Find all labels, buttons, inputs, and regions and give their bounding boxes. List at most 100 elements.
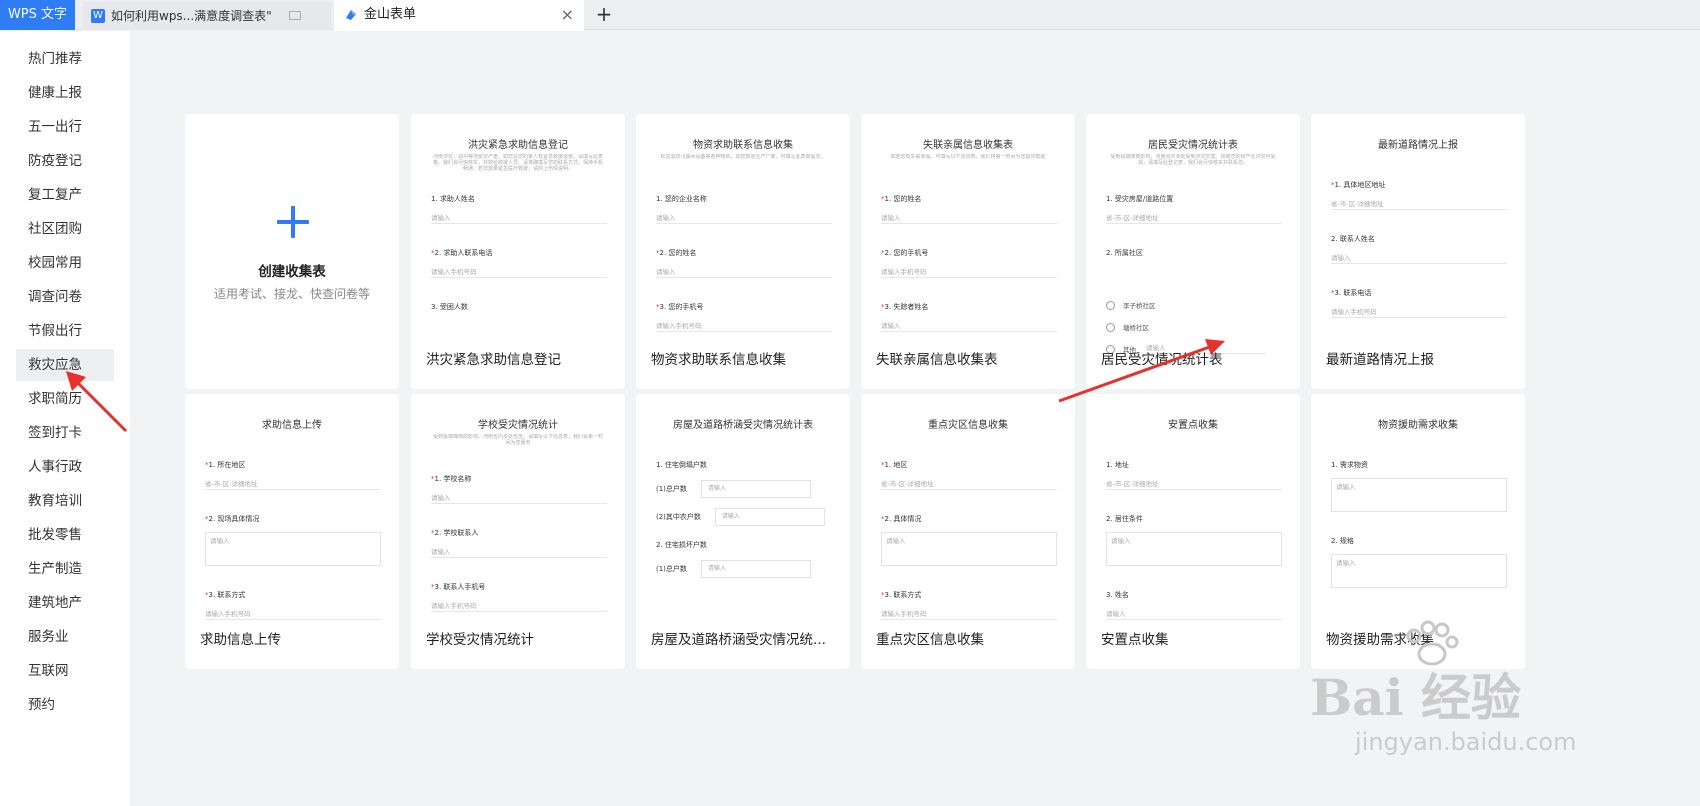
form-field-preview: *1. 学校名称 请输入 — [431, 474, 607, 504]
sidebar-item[interactable]: 批发零售 — [16, 519, 114, 551]
sidebar-item[interactable]: 复工复产 — [16, 179, 114, 211]
template-card[interactable]: 最新道路情况上报 *1. 具体地区地址 省-市-区-详细地址 2. 联系人姓名 请输入 *… — [1311, 114, 1525, 389]
sidebar-item[interactable]: 建筑地产 — [16, 587, 114, 619]
field-label-text: 3. 失踪者姓名 — [884, 303, 929, 311]
field-label-text: 2. 规格 — [1331, 537, 1354, 545]
field-input-preview: 请输入手机号码 — [431, 600, 607, 612]
form-field-preview: *2. 您的手机号 请输入手机号码 — [881, 248, 1057, 278]
subrow-label: (1)总户数 — [656, 485, 687, 493]
field-label-text: 2. 具体情况 — [884, 515, 922, 523]
sidebar-item[interactable]: 调查问卷 — [16, 281, 114, 313]
field-label-text: 1. 求助人姓名 — [431, 195, 475, 203]
field-label-text: 1. 所在地区 — [208, 461, 246, 469]
radio-option: 李子桥社区 — [1106, 300, 1282, 310]
template-card[interactable]: 洪灾紧急求助信息登记河南洪灾，郑州等地受灾严重。如您及您的家人有紧急救援需要，请… — [411, 114, 625, 389]
close-icon[interactable]: × — [561, 0, 574, 30]
field-input-preview: 请输入手机号码 — [205, 608, 381, 620]
field-input-preview: 请输入 — [881, 532, 1057, 566]
tab-bar: WPS 文字 W 如何利用wps...满意度调查表" 金山表单 × + — [0, 0, 1700, 31]
subrow-input: 请输入 — [700, 560, 811, 578]
form-field-preview: *2. 具体情况 请输入 — [881, 514, 1057, 566]
template-card[interactable]: 居民受灾情况统计表 受到极端降雨影响，河南省内多处受到洪灾灾害。如果您的财产在洪灾… — [1086, 114, 1300, 389]
template-card[interactable]: 学校受灾情况统计 受到极端降雨的影响，河南省内多处告急。请填写以下信息表，我们会第… — [411, 394, 625, 669]
field-input-preview: 请输入 — [1331, 252, 1507, 264]
preview-title: 物资求助联系信息收集 — [693, 140, 793, 151]
field-label: *2. 您的姓名 — [656, 248, 832, 258]
template-preview: 最新道路情况上报 *1. 具体地区地址 省-市-区-详细地址 2. 联系人姓名 请输入 *… — [1311, 114, 1525, 344]
create-form-card[interactable]: 创建收集表 适用考试、接龙、快查问卷等 — [185, 114, 399, 389]
create-form-subtitle: 适用考试、接龙、快查问卷等 — [213, 287, 370, 301]
sidebar-item[interactable]: 节假出行 — [16, 315, 114, 347]
template-card[interactable]: 求助信息上传 *1. 所在地区 省-市-区-详细地址 *2. 现场具体情况 请输入 *3.… — [185, 394, 399, 669]
preview-title: 洪灾紧急求助信息登记 — [468, 140, 568, 151]
template-preview: 重点灾区信息收集 *1. 地区 省-市-区-详细地址 *2. 具体情况 请输入 *3. 联… — [861, 394, 1075, 624]
template-card[interactable]: 失联亲属信息收集表 如若您有失联亲属，可填写以下信息表，我们将第一时间为您提供帮助… — [861, 114, 1075, 389]
field-input-preview: 请输入手机号码 — [431, 266, 607, 278]
sidebar-item[interactable]: 求职简历 — [16, 383, 114, 415]
field-label-text: 2. 现场具体情况 — [208, 515, 260, 523]
field-label: *2. 现场具体情况 — [205, 514, 381, 524]
sidebar-item[interactable]: 互联网 — [16, 655, 114, 687]
template-preview: 居民受灾情况统计表 受到极端降雨影响，河南省内多处受到洪灾灾害。如果您的财产在洪灾… — [1086, 114, 1300, 354]
template-card[interactable]: 房屋及道路桥涵受灾情况统计表 1. 住宅倒塌户数 (1)总户数 请输入 (2)其中农户数… — [636, 394, 850, 669]
add-tab-button[interactable]: + — [592, 0, 616, 30]
sidebar-item[interactable]: 校园常用 — [16, 247, 114, 279]
field-input-preview: 省-市-区-详细地址 — [205, 478, 381, 490]
template-name: 安置点收集 — [1101, 632, 1169, 648]
field-input-preview: 请输入 — [1106, 608, 1282, 620]
form-field-preview: *2. 求助人联系电话 请输入手机号码 — [431, 248, 607, 278]
watermark-logo: Bai 经验 — [1310, 668, 1522, 727]
field-label: *3. 失踪者姓名 — [881, 302, 1057, 312]
tab-jinshan-form[interactable]: 金山表单 × — [334, 0, 584, 31]
template-card[interactable]: 安置点收集 1. 地址 省-市-区-详细地址 2. 居住条件 请输入 3. 姓名 请输入 安置… — [1086, 394, 1300, 669]
field-label-text: 1. 您的姓名 — [884, 195, 922, 203]
field-label-text: 2. 居住条件 — [1106, 515, 1143, 523]
sidebar-item[interactable]: 防疫登记 — [16, 145, 114, 177]
sidebar-item[interactable]: 人事行政 — [16, 451, 114, 483]
template-card[interactable]: 物资求助联系信息收集 现急需防汛抽水设备等各种物资，如您知道生产厂家，可填写此表单… — [636, 114, 850, 389]
sidebar-item[interactable]: 健康上报 — [16, 77, 114, 109]
wps-doc-icon: W — [91, 9, 105, 23]
form-field-preview: *3. 失踪者姓名 请输入 — [881, 302, 1057, 332]
field-label: 1. 您的企业名称 — [656, 194, 832, 204]
tab-document[interactable]: W 如何利用wps...满意度调查表" — [83, 2, 331, 30]
monitor-icon — [289, 11, 301, 20]
field-label-text: 1. 具体地区地址 — [1334, 181, 1386, 189]
tab-wps-writer[interactable]: WPS 文字 — [0, 0, 75, 30]
template-preview: 求助信息上传 *1. 所在地区 省-市-区-详细地址 *2. 现场具体情况 请输入 *3.… — [185, 394, 399, 624]
field-label: 1. 需求物资 — [1331, 460, 1507, 470]
field-input-preview: 请输入 — [1331, 478, 1507, 512]
form-field-preview: 2. 规格请输入 — [1331, 536, 1507, 588]
template-name: 失联亲属信息收集表 — [876, 352, 998, 368]
sidebar-item[interactable]: 服务业 — [16, 621, 114, 653]
sidebar-item[interactable]: 生产制造 — [16, 553, 114, 585]
field-label-text: 3. 姓名 — [1106, 591, 1129, 599]
sidebar-item[interactable]: 社区团购 — [16, 213, 114, 245]
sidebar-item[interactable]: 热门推荐 — [16, 43, 114, 75]
sidebar-item[interactable]: 五一出行 — [16, 111, 114, 143]
field-label-text: 3. 联系方式 — [884, 591, 922, 599]
field-label: *2. 求助人联系电话 — [431, 248, 607, 258]
template-name: 学校受灾情况统计 — [426, 632, 534, 648]
field-label: 1. 求助人姓名 — [431, 194, 607, 204]
field-input-preview: 省-市-区-详细地址 — [1106, 478, 1282, 490]
template-preview: 房屋及道路桥涵受灾情况统计表 1. 住宅倒塌户数 (1)总户数 请输入 (2)其中农户数… — [636, 394, 850, 624]
section-preview: 2. 住宅损坏户数 (1)总户数 请输入 — [656, 540, 832, 578]
field-label: 2. 联系人姓名 — [1331, 234, 1507, 244]
sidebar-item[interactable]: 救灾应急 — [16, 349, 114, 381]
preview-title: 求助信息上传 — [262, 420, 322, 431]
template-preview: 物资求助联系信息收集 现急需防汛抽水设备等各种物资，如您知道生产厂家，可填写此表单… — [636, 114, 850, 344]
form-field-preview: *2. 现场具体情况 请输入 — [205, 514, 381, 566]
template-card[interactable]: 重点灾区信息收集 *1. 地区 省-市-区-详细地址 *2. 具体情况 请输入 *3. 联… — [861, 394, 1075, 669]
section-label: 1. 住宅倒塌户数 — [656, 461, 707, 469]
template-preview: 洪灾紧急求助信息登记河南洪灾，郑州等地受灾严重。如您及您的家人有紧急救援需要，请… — [411, 114, 625, 344]
sidebar-item[interactable]: 教育培训 — [16, 485, 114, 517]
field-input-preview: 请输入 — [1331, 554, 1507, 588]
field-label-text: 3. 联系人手机号 — [434, 583, 486, 591]
subrow-preview: (1)总户数 请输入 — [656, 480, 832, 498]
preview-description: 河南洪灾，郑州等地受灾严重。如您及您的家人有紧急救援需要，请填写此表格。我们会尽… — [433, 154, 603, 172]
preview-title: 失联亲属信息收集表 — [923, 140, 1013, 151]
sidebar-item[interactable]: 签到打卡 — [16, 417, 114, 449]
section-label: 2. 住宅损坏户数 — [656, 541, 707, 549]
sidebar-item[interactable]: 预约 — [16, 689, 114, 721]
